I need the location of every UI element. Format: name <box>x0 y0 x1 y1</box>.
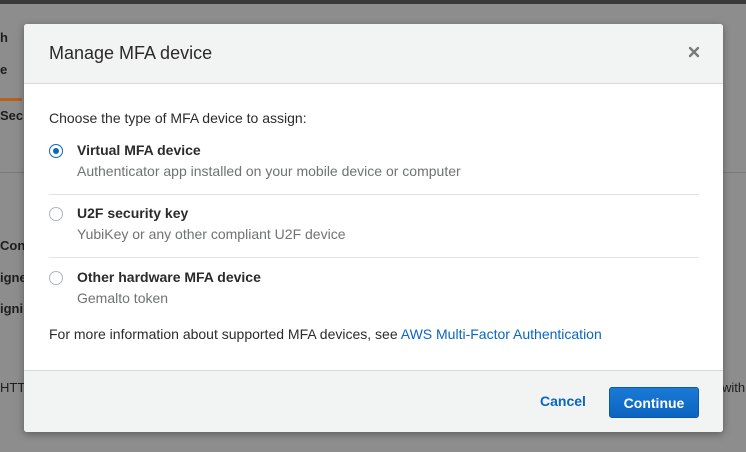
background-text: Sec <box>0 108 24 123</box>
background-text: HTT <box>0 380 26 395</box>
option-label: Virtual MFA device <box>77 142 201 158</box>
background-text: e <box>0 62 8 77</box>
background-text: h <box>0 30 8 45</box>
option-label: Other hardware MFA device <box>77 269 261 285</box>
device-type-prompt: Choose the type of MFA device to assign: <box>49 110 307 126</box>
option-description: YubiKey or any other compliant U2F devic… <box>77 226 346 242</box>
option-description: Authenticator app installed on your mobi… <box>77 163 461 179</box>
option-label: U2F security key <box>77 205 189 221</box>
modal-header: Manage MFA device <box>24 24 723 84</box>
close-icon[interactable] <box>684 42 704 62</box>
background-text: igne <box>0 270 27 285</box>
modal-title: Manage MFA device <box>49 43 213 63</box>
option-hardware-mfa[interactable]: Other hardware MFA device Gemalto token <box>49 269 699 313</box>
modal-footer: Cancel Continue <box>24 370 723 432</box>
radio-virtual-mfa[interactable] <box>49 144 63 158</box>
background-tab-indicator <box>0 98 22 101</box>
radio-u2f-key[interactable] <box>49 207 63 221</box>
radio-hardware-mfa[interactable] <box>49 271 63 285</box>
background-topbar <box>0 0 746 4</box>
option-description: Gemalto token <box>77 290 169 306</box>
info-text: For more information about supported MFA… <box>49 326 602 342</box>
background-text: with a <box>722 380 746 395</box>
aws-mfa-link[interactable]: AWS Multi-Factor Authentication <box>401 326 602 342</box>
info-text-label: For more information about supported MFA… <box>49 326 401 342</box>
background-text: igni <box>0 301 24 316</box>
continue-button[interactable]: Continue <box>609 387 699 418</box>
option-u2f-key[interactable]: U2F security key YubiKey or any other co… <box>49 205 699 258</box>
mfa-modal: Manage MFA device Choose the type of MFA… <box>24 24 723 432</box>
option-virtual-mfa[interactable]: Virtual MFA device Authenticator app ins… <box>49 142 699 195</box>
cancel-button[interactable]: Cancel <box>540 393 586 409</box>
